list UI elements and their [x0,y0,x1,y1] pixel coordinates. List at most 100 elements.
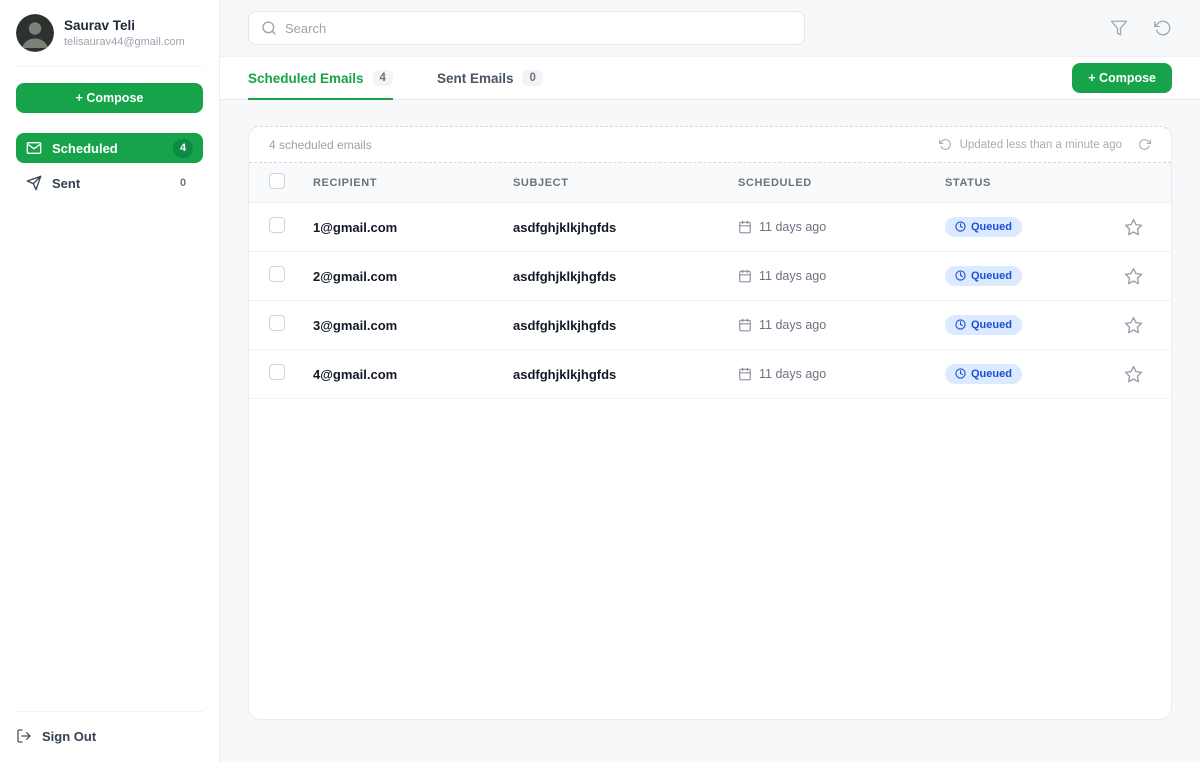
filter-icon[interactable] [1110,19,1128,37]
status-text: Queued [971,319,1012,331]
scheduled-text: 11 days ago [759,318,826,332]
updated-status: Updated less than a minute ago [939,138,1151,151]
sidebar-item-label: Sent [52,176,80,191]
sent-count-badge: 0 [173,174,193,193]
column-header-status: STATUS [945,177,1115,189]
status-text: Queued [971,270,1012,282]
subject-cell: asdfghjklkjhgfds [513,269,738,284]
search-box[interactable] [248,11,805,45]
send-icon [26,175,42,191]
table-header: RECIPIENT SUBJECT SCHEDULED STATUS [249,163,1171,203]
compose-button-sidebar[interactable]: + Compose [16,83,203,113]
status-badge: Queued [945,266,1022,286]
tab-scheduled-emails[interactable]: Scheduled Emails 4 [248,57,393,99]
scheduled-text: 11 days ago [759,220,826,234]
star-icon[interactable] [1124,365,1143,384]
compose-button-top[interactable]: + Compose [1072,63,1172,93]
sidebar-item-scheduled[interactable]: Scheduled 4 [16,133,203,163]
recipient-cell: 3@gmail.com [313,318,513,333]
table-row[interactable]: 3@gmail.com asdfghjklkjhgfds 11 days ago… [249,301,1171,350]
sidebar-spacer [16,198,203,711]
calendar-icon [738,318,752,332]
scheduled-count-badge: 4 [173,139,193,158]
tab-count: 4 [373,70,393,86]
user-profile: Saurav Teli telisaurav44@gmail.com [16,14,203,67]
history-icon[interactable] [939,138,952,151]
star-icon[interactable] [1124,316,1143,335]
clock-icon [955,368,966,379]
table-row[interactable]: 4@gmail.com asdfghjklkjhgfds 11 days ago… [249,350,1171,399]
calendar-icon [738,269,752,283]
search-input[interactable] [285,21,792,36]
status-cell: Queued [945,217,1115,238]
status-text: Queued [971,221,1012,233]
sidebar-item-label: Scheduled [52,141,118,156]
tab-count: 0 [522,70,542,86]
star-icon[interactable] [1124,267,1143,286]
status-text: Queued [971,368,1012,380]
recipient-cell: 4@gmail.com [313,367,513,382]
panel-header: 4 scheduled emails Updated less than a m… [249,127,1171,163]
user-email: telisaurav44@gmail.com [64,36,185,48]
row-checkbox[interactable] [269,315,285,331]
clock-icon [955,319,966,330]
search-icon [261,20,277,36]
calendar-icon [738,367,752,381]
empty-space [249,399,1171,719]
row-checkbox[interactable] [269,266,285,282]
clock-icon [955,270,966,281]
email-count-summary: 4 scheduled emails [269,138,372,152]
recipient-cell: 1@gmail.com [313,220,513,235]
table-row[interactable]: 2@gmail.com asdfghjklkjhgfds 11 days ago… [249,252,1171,301]
star-icon[interactable] [1124,218,1143,237]
app-window: Saurav Teli telisaurav44@gmail.com + Com… [0,0,1200,762]
refresh-icon[interactable] [1154,19,1172,37]
column-header-scheduled: SCHEDULED [738,177,945,189]
sidebar-item-sent[interactable]: Sent 0 [16,168,203,198]
status-badge: Queued [945,364,1022,384]
row-checkbox[interactable] [269,217,285,233]
calendar-icon [738,220,752,234]
column-header-subject: SUBJECT [513,177,738,189]
main-area: Scheduled Emails 4 Sent Emails 0 + Compo… [220,0,1200,762]
refresh-table-icon[interactable] [1138,138,1151,151]
sign-out-button[interactable]: Sign Out [16,711,203,744]
subject-cell: asdfghjklkjhgfds [513,318,738,333]
table-row[interactable]: 1@gmail.com asdfghjklkjhgfds 11 days ago… [249,203,1171,252]
scheduled-text: 11 days ago [759,269,826,283]
scheduled-cell: 11 days ago [738,367,945,381]
mail-icon [26,140,42,156]
tab-label: Scheduled Emails [248,71,364,86]
status-badge: Queued [945,315,1022,335]
status-cell: Queued [945,364,1115,385]
avatar [16,14,54,52]
topbar [220,0,1200,56]
sidebar-nav: Scheduled 4 Sent 0 [16,133,203,198]
scheduled-cell: 11 days ago [738,269,945,283]
select-all-checkbox[interactable] [269,173,285,189]
status-cell: Queued [945,315,1115,336]
subject-cell: asdfghjklkjhgfds [513,367,738,382]
email-rows: 1@gmail.com asdfghjklkjhgfds 11 days ago… [249,203,1171,399]
tab-label: Sent Emails [437,71,514,86]
sidebar: Saurav Teli telisaurav44@gmail.com + Com… [0,0,220,762]
avatar-image [16,14,54,52]
user-name: Saurav Teli [64,18,185,35]
row-checkbox[interactable] [269,364,285,380]
updated-text: Updated less than a minute ago [960,139,1122,151]
recipient-cell: 2@gmail.com [313,269,513,284]
topbar-icons [1110,19,1172,37]
scheduled-cell: 11 days ago [738,318,945,332]
scheduled-cell: 11 days ago [738,220,945,234]
scheduled-text: 11 days ago [759,367,826,381]
content-area: 4 scheduled emails Updated less than a m… [220,100,1200,762]
sign-out-label: Sign Out [42,729,96,744]
subject-cell: asdfghjklkjhgfds [513,220,738,235]
logout-icon [16,728,32,744]
tab-bar: Scheduled Emails 4 Sent Emails 0 + Compo… [220,56,1200,100]
tab-sent-emails[interactable]: Sent Emails 0 [437,57,543,99]
user-info: Saurav Teli telisaurav44@gmail.com [64,18,185,49]
status-cell: Queued [945,266,1115,287]
scheduled-emails-panel: 4 scheduled emails Updated less than a m… [248,126,1172,720]
clock-icon [955,221,966,232]
